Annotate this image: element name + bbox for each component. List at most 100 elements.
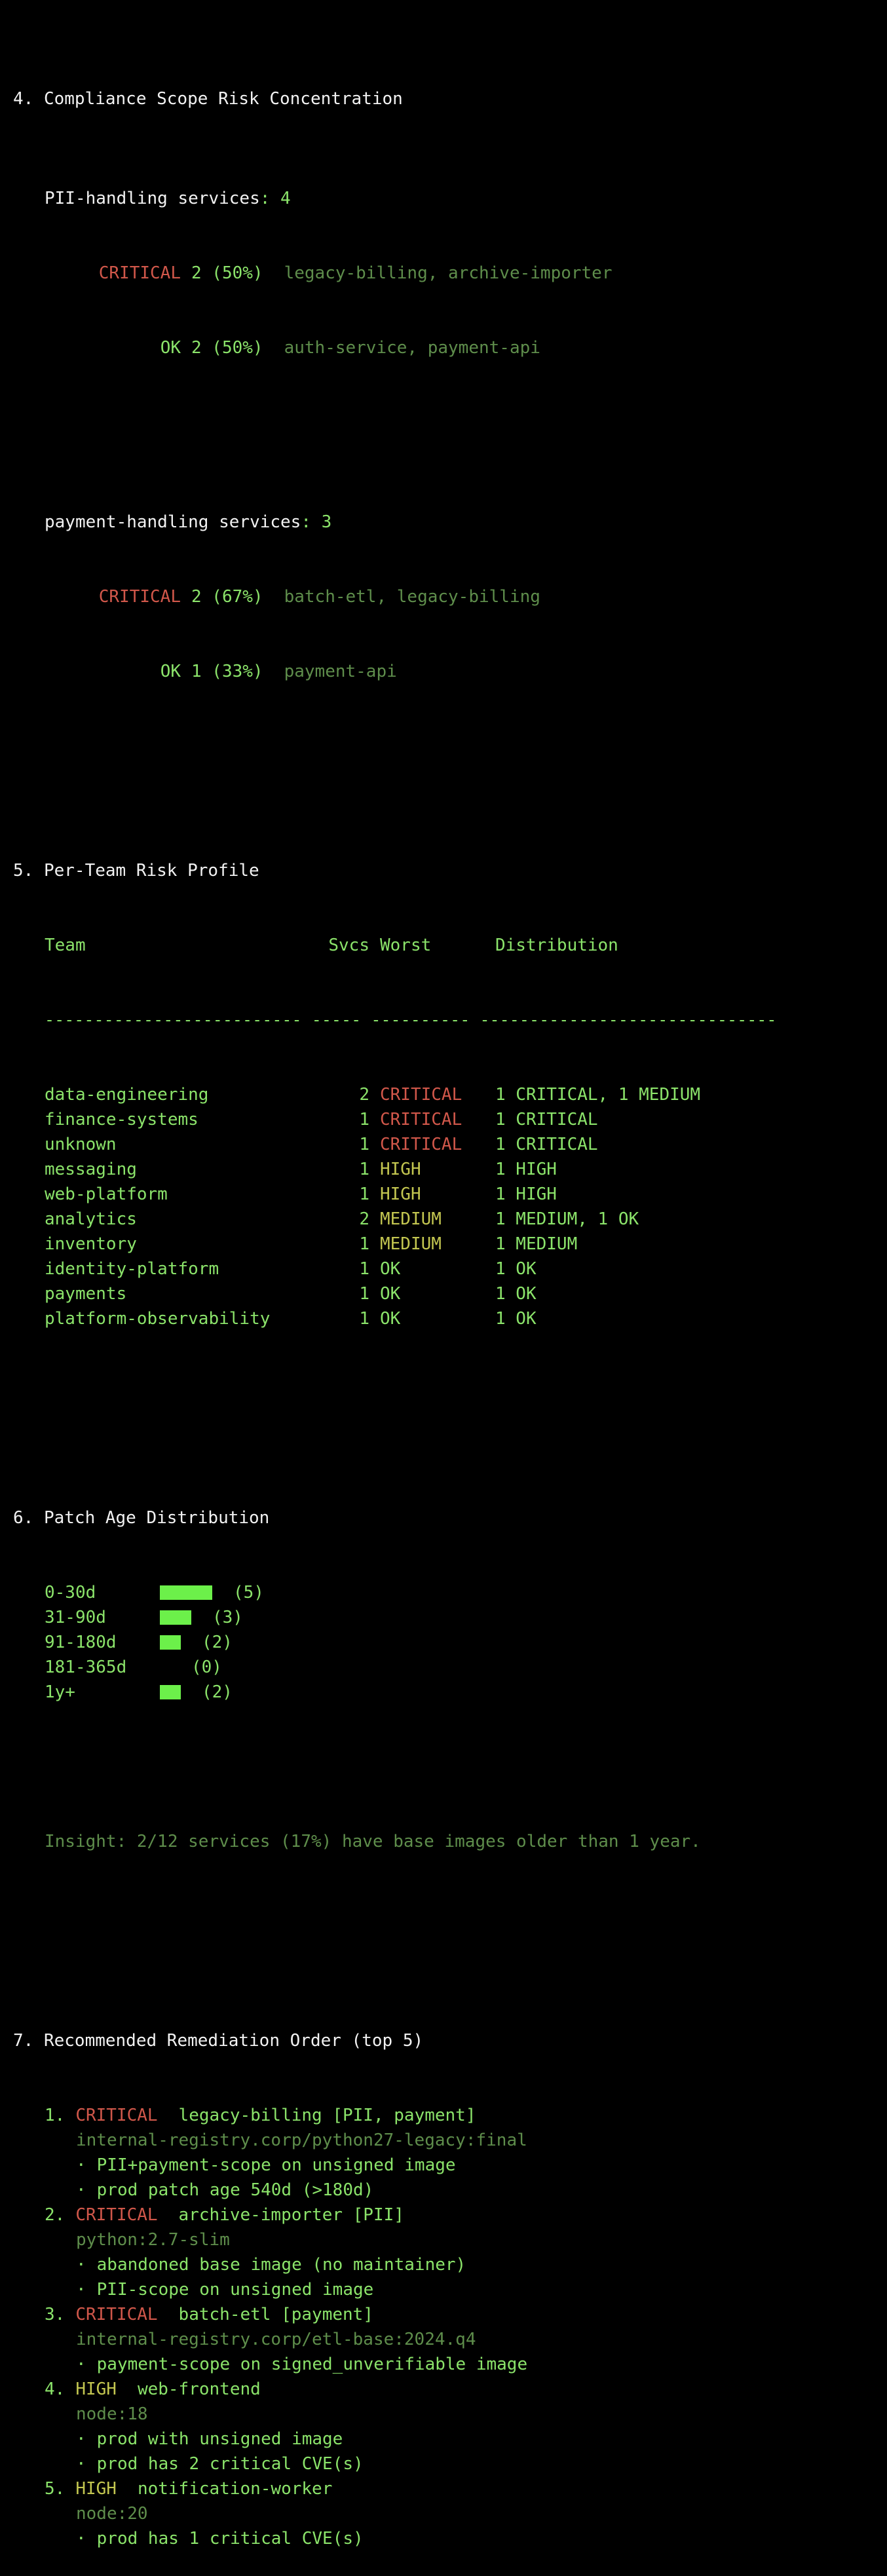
- worst-level: OK: [380, 1309, 401, 1329]
- remediation-item: 1. CRITICAL legacy-billing [PII, payment]: [13, 2103, 777, 2128]
- item-service: batch-etl [payment]: [178, 2305, 373, 2324]
- svc-count: 1: [359, 1234, 369, 1254]
- histogram-row: 181-365d (0): [13, 1655, 777, 1680]
- worst-level: MEDIUM: [380, 1234, 442, 1254]
- col-worst: Worst: [380, 936, 432, 955]
- histogram-row: 0-30d (5): [13, 1580, 777, 1605]
- distribution: 1 CRITICAL: [495, 1135, 598, 1154]
- item-reason: · prod has 2 critical CVE(s): [13, 2452, 777, 2476]
- team-name: unknown: [45, 1135, 117, 1154]
- item-reason: · abandoned base image (no maintainer): [13, 2252, 777, 2277]
- item-number: 5.: [45, 2479, 66, 2499]
- distribution: 1 OK: [495, 1259, 537, 1279]
- team-name: web-platform: [45, 1184, 168, 1204]
- reason-text: prod with unsigned image: [96, 2429, 343, 2449]
- svc-count: 1: [359, 1160, 369, 1179]
- service-list: auth-service, payment-api: [284, 338, 540, 358]
- level-critical: CRITICAL: [98, 587, 181, 607]
- team-name: finance-systems: [45, 1110, 198, 1129]
- reason-text: prod has 1 critical CVE(s): [96, 2529, 364, 2548]
- item-image: python:2.7-slim: [76, 2230, 230, 2250]
- distribution: 1 MEDIUM: [495, 1234, 578, 1254]
- team-name: inventory: [45, 1234, 137, 1254]
- stat: 2 (67%): [191, 587, 263, 607]
- team-name: platform-observability: [45, 1309, 271, 1329]
- item-level: CRITICAL: [75, 2305, 158, 2324]
- histogram-row: 91-180d (2): [13, 1630, 777, 1655]
- level-ok: OK: [160, 662, 181, 681]
- col-team: Team: [45, 936, 86, 955]
- level-critical: CRITICAL: [98, 263, 181, 283]
- bullet-icon: ·: [76, 2529, 86, 2548]
- item-image-line: python:2.7-slim: [13, 2227, 777, 2252]
- table-row: payments 1 OK 1 OK: [13, 1281, 777, 1306]
- svc-count: 1: [359, 1110, 369, 1129]
- level-ok: OK: [160, 338, 181, 358]
- item-service: web-frontend: [137, 2379, 261, 2399]
- bullet-icon: ·: [76, 2255, 86, 2275]
- worst-level: OK: [380, 1284, 401, 1304]
- col-distribution: Distribution: [495, 936, 618, 955]
- item-level: HIGH: [75, 2379, 117, 2399]
- item-level: CRITICAL: [75, 2106, 158, 2125]
- item-number: 1.: [45, 2106, 66, 2125]
- item-number: 2.: [45, 2205, 66, 2225]
- item-service: archive-importer [PII]: [178, 2205, 404, 2225]
- pii-group-count: 4: [280, 189, 291, 208]
- stat: 2 (50%): [191, 338, 263, 358]
- pii-group-line: PII-handling services: 4: [45, 189, 291, 208]
- svc-count: 1: [359, 1184, 369, 1204]
- remediation-item: 4. HIGH web-frontend: [13, 2377, 777, 2402]
- bullet-icon: ·: [76, 2180, 86, 2200]
- reason-text: abandoned base image (no maintainer): [96, 2255, 466, 2275]
- svc-count: 2: [359, 1085, 369, 1105]
- item-level: HIGH: [75, 2479, 117, 2499]
- worst-level: HIGH: [380, 1184, 421, 1204]
- col-svcs: Svcs: [328, 936, 369, 955]
- item-number: 4.: [45, 2379, 66, 2399]
- worst-level: CRITICAL: [380, 1135, 462, 1154]
- svc-count: 1: [359, 1309, 369, 1329]
- item-image-line: internal-registry.corp/etl-base:2024.q4: [13, 2327, 777, 2352]
- section-7-heading: 7. Recommended Remediation Order (top 5): [13, 2031, 424, 2051]
- bucket-label: 31-90d: [45, 1608, 106, 1627]
- bullet-icon: ·: [76, 2280, 86, 2300]
- bucket-label: 0-30d: [45, 1583, 96, 1602]
- remediation-list: 1. CRITICAL legacy-billing [PII, payment] i…: [13, 2103, 777, 2551]
- stat: 1 (33%): [191, 662, 263, 681]
- bullet-icon: ·: [76, 2454, 86, 2474]
- item-image-line: internal-registry.corp/python27-legacy:f…: [13, 2128, 777, 2153]
- pii-ok-row: OK 2 (50%) auth-service, payment-api: [13, 335, 777, 360]
- remediation-item: 2. CRITICAL archive-importer [PII]: [13, 2203, 777, 2227]
- service-list: legacy-billing, archive-importer: [284, 263, 613, 283]
- bucket-label: 181-365d: [45, 1657, 127, 1677]
- item-reason: · prod patch age 540d (>180d): [13, 2178, 777, 2203]
- table-row: data-engineering 2 CRITICAL 1 CRITICAL, 1 M…: [13, 1082, 777, 1107]
- svc-count: 2: [359, 1209, 369, 1229]
- service-list: batch-etl, legacy-billing: [284, 587, 540, 607]
- item-reason: · payment-scope on signed_unverifiable im…: [13, 2352, 777, 2377]
- payment-critical-row: CRITICAL 2 (67%) batch-etl, legacy-billing: [13, 584, 777, 609]
- insight-text: Insight: 2/12 services (17%) have base i…: [45, 1832, 701, 1851]
- bucket-label: 91-180d: [45, 1633, 117, 1652]
- reason-text: payment-scope on signed_unverifiable ima…: [96, 2355, 528, 2374]
- table-row: web-platform 1 HIGH 1 HIGH: [13, 1182, 777, 1207]
- distribution: 1 HIGH: [495, 1160, 557, 1179]
- section-4-heading: 4. Compliance Scope Risk Concentration: [13, 89, 403, 109]
- bullet-icon: ·: [76, 2355, 86, 2374]
- section-6-heading: 6. Patch Age Distribution: [13, 1508, 270, 1528]
- item-service: legacy-billing [PII, payment]: [178, 2106, 476, 2125]
- histogram-row: 1y+ (2): [13, 1680, 777, 1705]
- distribution: 1 CRITICAL, 1 MEDIUM: [495, 1085, 701, 1105]
- section-5-heading: 5. Per-Team Risk Profile: [13, 861, 259, 881]
- payment-group-label: payment-handling services: [45, 512, 301, 532]
- reason-text: prod patch age 540d (>180d): [96, 2180, 374, 2200]
- bucket-count: (2): [202, 1633, 233, 1652]
- pii-group-label: PII-handling services: [45, 189, 260, 208]
- worst-level: MEDIUM: [380, 1209, 442, 1229]
- bucket-count: (2): [202, 1682, 233, 1702]
- item-service: notification-worker: [137, 2479, 333, 2499]
- insight-line: Insight: 2/12 services (17%) have base i…: [13, 1829, 777, 1854]
- service-list: payment-api: [284, 662, 397, 681]
- histogram-row: 31-90d (3): [13, 1605, 777, 1630]
